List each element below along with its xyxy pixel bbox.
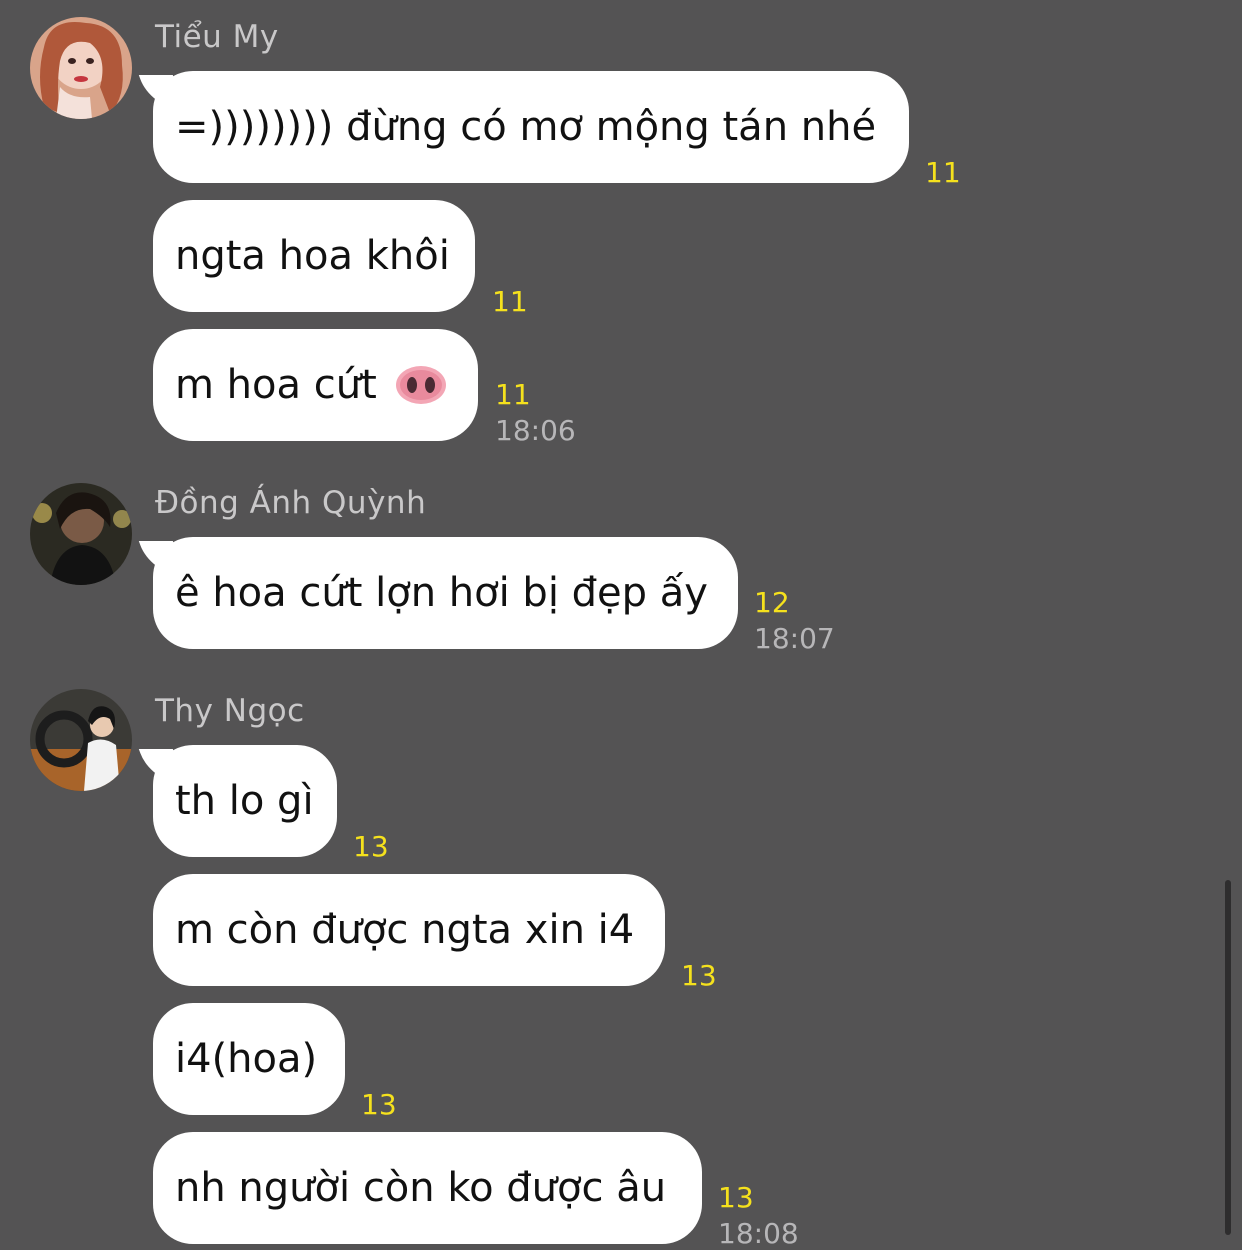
message-meta: 11 <box>492 288 528 316</box>
message-text: th lo gì <box>175 778 314 824</box>
message-meta: 13 <box>353 833 389 861</box>
timestamp: 18:07 <box>754 622 835 655</box>
message-bubble[interactable]: nh người còn ko được âu <box>153 1132 702 1244</box>
message-meta: 13 <box>361 1091 397 1119</box>
read-count: 12 <box>754 586 790 619</box>
avatar-photo-icon <box>30 689 132 791</box>
message-bubble[interactable]: ê hoa cứt lợn hơi bị đẹp ấy <box>153 537 738 649</box>
message-bubble[interactable]: m hoa cứt <box>153 329 478 441</box>
message-meta: 13 18:08 <box>718 1184 799 1248</box>
timestamp: 18:08 <box>718 1217 799 1250</box>
avatar-photo-icon <box>30 17 132 119</box>
message-bubble[interactable]: ngta hoa khôi <box>153 200 475 312</box>
message-text: m hoa cứt <box>175 362 377 408</box>
sender-name: Thy Ngọc <box>155 693 305 729</box>
timestamp: 18:06 <box>495 414 576 447</box>
message-text: ngta hoa khôi <box>175 233 450 279</box>
message-text: m còn được ngta xin i4 <box>175 907 635 953</box>
message-bubble[interactable]: i4(hoa) <box>153 1003 345 1115</box>
read-count: 13 <box>681 959 717 992</box>
read-count: 13 <box>361 1088 397 1121</box>
message-text: =)))))))) đừng có mơ mộng tán nhé <box>175 104 877 150</box>
chat-message-list[interactable]: Tiểu My =)))))))) đừng có mơ mộng tán nh… <box>0 0 1242 1248</box>
message-bubble[interactable]: =)))))))) đừng có mơ mộng tán nhé <box>153 71 909 183</box>
message-meta: 13 <box>681 962 717 990</box>
sender-name: Tiểu My <box>155 19 279 55</box>
message-meta: 11 18:06 <box>495 381 576 445</box>
scrollbar[interactable] <box>1225 880 1231 1235</box>
read-count: 11 <box>495 378 531 411</box>
message-meta: 12 18:07 <box>754 589 835 653</box>
avatar[interactable] <box>30 689 132 791</box>
message-bubble[interactable]: th lo gì <box>153 745 337 857</box>
message-bubble[interactable]: m còn được ngta xin i4 <box>153 874 665 986</box>
read-count: 11 <box>925 156 961 189</box>
avatar[interactable] <box>30 483 132 585</box>
message-text: i4(hoa) <box>175 1036 318 1082</box>
read-count: 11 <box>492 285 528 318</box>
avatar[interactable] <box>30 17 132 119</box>
message-text: nh người còn ko được âu <box>175 1165 667 1211</box>
sender-name: Đồng Ánh Quỳnh <box>155 485 427 521</box>
message-text: ê hoa cứt lợn hơi bị đẹp ấy <box>175 570 708 616</box>
message-meta: 11 <box>925 159 961 187</box>
read-count: 13 <box>353 830 389 863</box>
avatar-photo-icon <box>30 483 132 585</box>
read-count: 13 <box>718 1181 754 1214</box>
pig-nose-icon <box>395 365 447 405</box>
